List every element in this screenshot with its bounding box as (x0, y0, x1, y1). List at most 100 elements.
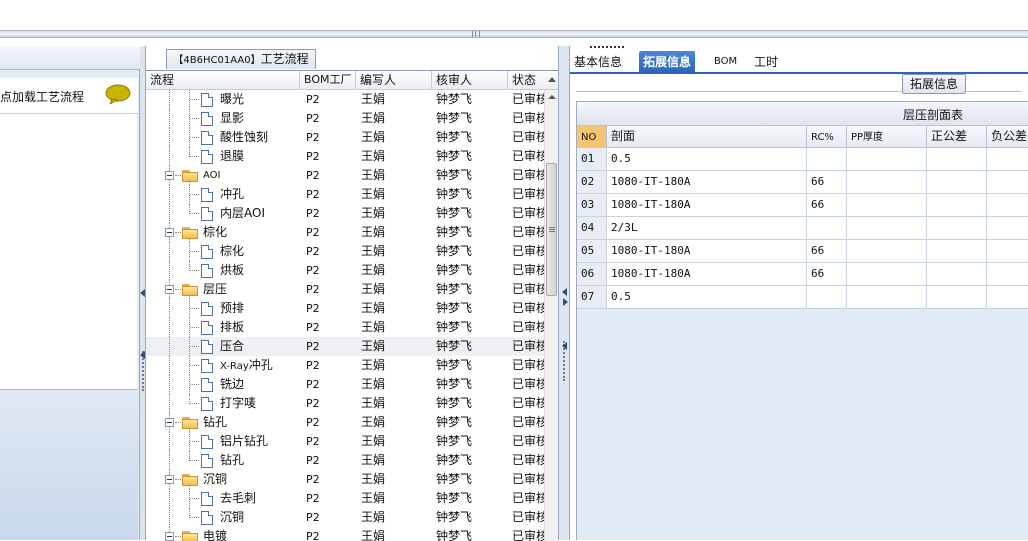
tree-row[interactable]: 酸性蚀刻 P2 王娟 钟梦飞 已审核 (146, 128, 544, 147)
collapse-left-arrow-icon[interactable] (140, 289, 145, 297)
grid-header-plus-tolerance[interactable]: 正公差 (927, 126, 987, 148)
tree-node[interactable]: 打字唛 (146, 394, 296, 413)
tree-group-row[interactable]: 钻孔 P2 王娟 钟梦飞 已审核 (146, 413, 544, 432)
grid-cell-rc[interactable]: 66 (807, 263, 847, 285)
splitter-grip-icon[interactable] (472, 31, 480, 37)
tree-row[interactable]: 钻孔 P2 王娟 钟梦飞 已审核 (146, 451, 544, 470)
grid-header-minus-tolerance[interactable]: 负公差 (987, 126, 1028, 148)
grid-cell-rc[interactable] (807, 286, 847, 308)
collapse-icon[interactable] (165, 228, 174, 237)
tree-group-row[interactable]: 层压 P2 王娟 钟梦飞 已审核 (146, 280, 544, 299)
grid-cell-plus[interactable] (927, 286, 987, 308)
tree-row[interactable]: 铣边 P2 王娟 钟梦飞 已审核 (146, 375, 544, 394)
tree-row[interactable]: X-Ray冲孔 P2 王娟 钟梦飞 已审核 (146, 356, 544, 375)
grid-cell-minus[interactable] (987, 194, 1028, 216)
grid-header-pp-thickness[interactable]: PP厚度 (847, 126, 927, 148)
tree-node[interactable]: 预排 (146, 299, 296, 318)
tree-row[interactable]: 冲孔 P2 王娟 钟梦飞 已审核 (146, 185, 544, 204)
column-header-status[interactable]: 状态 (508, 71, 558, 90)
grid-cell-minus[interactable] (987, 263, 1028, 285)
right-splitter[interactable] (558, 46, 570, 540)
grid-cell-pp[interactable] (847, 171, 927, 193)
tree-row[interactable]: 去毛刺 P2 王娟 钟梦飞 已审核 (146, 489, 544, 508)
tree-node[interactable]: 棕化 (146, 223, 296, 242)
grid-cell-profile[interactable]: 1080-IT-180A (607, 194, 807, 216)
tree-row[interactable]: 曝光 P2 王娟 钟梦飞 已审核 (146, 90, 544, 109)
tree-row[interactable]: 显影 P2 王娟 钟梦飞 已审核 (146, 109, 544, 128)
grid-cell-plus[interactable] (927, 217, 987, 239)
grid-row[interactable]: 03 1080-IT-180A 66 (577, 194, 1028, 217)
grid-cell-rc[interactable] (807, 148, 847, 170)
grid-cell-rc[interactable]: 66 (807, 240, 847, 262)
grid-header-no[interactable]: NO (577, 126, 607, 148)
grid-row[interactable]: 02 1080-IT-180A 66 (577, 171, 1028, 194)
horizontal-splitter[interactable] (0, 30, 1028, 38)
collapse-icon[interactable] (165, 418, 174, 427)
column-header-writer[interactable]: 编写人 (356, 71, 432, 90)
grid-cell-pp[interactable] (847, 286, 927, 308)
collapse-left-arrow-icon[interactable] (140, 351, 145, 359)
tree-row[interactable]: 沉铜 P2 王娟 钟梦飞 已审核 (146, 508, 544, 527)
column-header-bom-factory[interactable]: BOM工厂 (300, 71, 356, 90)
collapse-left-arrow-icon[interactable] (562, 342, 567, 350)
tree-row[interactable]: 排板 P2 王娟 钟梦飞 已审核 (146, 318, 544, 337)
tree-node[interactable]: 沉铜 (146, 508, 296, 527)
grid-cell-profile[interactable]: 0.5 (607, 286, 807, 308)
tree-row[interactable]: 棕化 P2 王娟 钟梦飞 已审核 (146, 242, 544, 261)
collapse-icon[interactable] (165, 475, 174, 484)
grid-cell-minus[interactable] (987, 286, 1028, 308)
tree-node[interactable]: 排板 (146, 318, 296, 337)
tree-node[interactable]: X-Ray冲孔 (146, 356, 296, 375)
grid-cell-rc[interactable]: 66 (807, 194, 847, 216)
tree-node[interactable]: 铣边 (146, 375, 296, 394)
tree-group-row[interactable]: AOI P2 王娟 钟梦飞 已审核 (146, 166, 544, 185)
tree-node[interactable]: 铝片钻孔 (146, 432, 296, 451)
grid-header-profile[interactable]: 剖面 (607, 126, 807, 148)
tree-node[interactable]: 沉铜 (146, 470, 296, 489)
tree-row[interactable]: 压合 P2 王娟 钟梦飞 已审核 (146, 337, 544, 356)
collapse-icon[interactable] (165, 285, 174, 294)
tree-node[interactable]: 内层AOI (146, 204, 296, 223)
tree-row[interactable]: 预排 P2 王娟 钟梦飞 已审核 (146, 299, 544, 318)
tree-row[interactable]: 烘板 P2 王娟 钟梦飞 已审核 (146, 261, 544, 280)
tree-group-row[interactable]: 棕化 P2 王娟 钟梦飞 已审核 (146, 223, 544, 242)
tree-node[interactable]: 压合 (146, 337, 296, 356)
grid-cell-minus[interactable] (987, 217, 1028, 239)
grid-cell-profile[interactable]: 0.5 (607, 148, 807, 170)
grid-cell-profile[interactable]: 1080-IT-180A (607, 171, 807, 193)
grid-cell-pp[interactable] (847, 194, 927, 216)
scrollbar-thumb[interactable] (546, 163, 557, 296)
grid-cell-minus[interactable] (987, 171, 1028, 193)
tree-node[interactable]: 钻孔 (146, 451, 296, 470)
tree-node[interactable]: 棕化 (146, 242, 296, 261)
tree-vertical-scrollbar[interactable] (544, 90, 558, 541)
grid-cell-minus[interactable] (987, 148, 1028, 170)
grid-cell-minus[interactable] (987, 240, 1028, 262)
column-header-reviewer[interactable]: 核审人 (432, 71, 508, 90)
tree-node[interactable]: 钻孔 (146, 413, 296, 432)
speech-bubble-icon[interactable] (105, 84, 131, 104)
tree-node[interactable]: 退膜 (146, 147, 296, 166)
grid-row[interactable]: 05 1080-IT-180A 66 (577, 240, 1028, 263)
tree-node[interactable]: 去毛刺 (146, 489, 296, 508)
grid-row[interactable]: 06 1080-IT-180A 66 (577, 263, 1028, 286)
tree-group-row[interactable]: 电镀 P2 王娟 钟梦飞 已审核 (146, 527, 544, 541)
tree-row[interactable]: 打字唛 P2 王娟 钟梦飞 已审核 (146, 394, 544, 413)
tree-node[interactable]: 层压 (146, 280, 296, 299)
tab-work-hours[interactable]: 工时 (750, 51, 782, 74)
tree-node[interactable]: 曝光 (146, 90, 296, 109)
grid-cell-profile[interactable]: 1080-IT-180A (607, 240, 807, 262)
grid-cell-rc[interactable] (807, 217, 847, 239)
grid-cell-pp[interactable] (847, 217, 927, 239)
grid-row[interactable]: 01 0.5 (577, 148, 1028, 171)
load-process-label[interactable]: 点加载工艺流程 (0, 88, 84, 105)
grid-cell-plus[interactable] (927, 148, 987, 170)
grid-cell-pp[interactable] (847, 240, 927, 262)
grid-cell-plus[interactable] (927, 240, 987, 262)
grid-cell-rc[interactable]: 66 (807, 171, 847, 193)
tab-extended-info[interactable]: 拓展信息 (639, 51, 696, 74)
grid-cell-plus[interactable] (927, 171, 987, 193)
grid-cell-plus[interactable] (927, 194, 987, 216)
grid-row[interactable]: 07 0.5 (577, 286, 1028, 309)
tree-node[interactable]: 电镀 (146, 527, 296, 541)
